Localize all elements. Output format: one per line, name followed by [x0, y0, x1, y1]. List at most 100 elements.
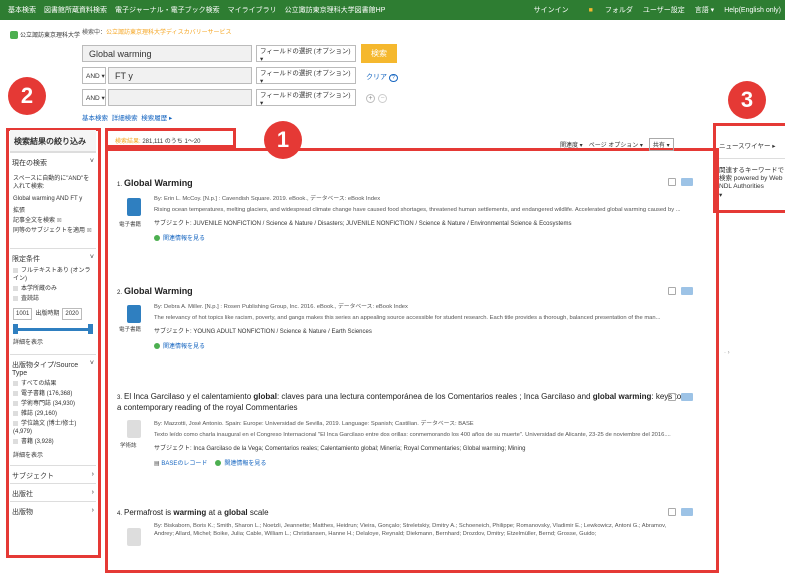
year-from-input[interactable]: 1001: [13, 308, 33, 320]
sign-in-link[interactable]: サインイン: [534, 5, 569, 15]
sort-select[interactable]: 関連度 ▾: [560, 140, 583, 149]
checkbox-icon[interactable]: [13, 400, 18, 406]
slider-handle-right[interactable]: [88, 324, 93, 334]
add-to-folder-icon[interactable]: [681, 287, 693, 295]
result-title-highlight[interactable]: global: [224, 508, 248, 517]
source-type-all[interactable]: すべての結果: [10, 379, 96, 389]
nav-library-hp[interactable]: 公立諏訪東京理科大学図書館HP: [285, 5, 386, 15]
result-title-part[interactable]: El Inca Garcilaso y el calentamiento: [124, 392, 253, 401]
search-input-3[interactable]: [108, 89, 252, 106]
add-row-icon[interactable]: +: [366, 94, 375, 103]
related-info-label: 関連情報を見る: [224, 461, 267, 467]
article-icon[interactable]: [127, 528, 141, 546]
folder-icon: ■: [588, 7, 593, 14]
show-more-source-types[interactable]: 詳細を表示: [10, 451, 96, 461]
nav-basic-search[interactable]: 基本検索: [8, 5, 36, 15]
help-link[interactable]: Help(English only): [724, 7, 781, 14]
current-query[interactable]: Global warming AND FT y: [10, 194, 96, 204]
field-select-2[interactable]: フィールドの選択 (オプション) ▾: [256, 67, 356, 85]
date-slider[interactable]: [13, 324, 93, 334]
search-scope-link[interactable]: 公立諏訪東京理科大学ディスカバリーサービス: [106, 30, 231, 36]
checkbox-icon[interactable]: [13, 438, 18, 444]
preview-icon[interactable]: [668, 393, 676, 401]
current-search-header[interactable]: 現在の検索 ˅: [10, 152, 96, 170]
search-button[interactable]: 検索: [361, 44, 397, 63]
facet-subject[interactable]: サブジェクト ›: [10, 465, 96, 483]
facet-publication[interactable]: 出版物 ›: [10, 501, 96, 519]
newswire-link[interactable]: ニュースワイヤー ▸: [719, 140, 785, 159]
source-type-dissertations[interactable]: 学位論文 (博士/修士) (4,979): [10, 419, 96, 437]
remove-icon[interactable]: ⊠: [57, 218, 62, 224]
boolean-select-3[interactable]: AND ▾: [82, 89, 106, 106]
checkbox-icon[interactable]: [13, 267, 18, 273]
result-title[interactable]: Global Warming: [124, 286, 193, 296]
slider-handle-left[interactable]: [13, 324, 18, 334]
related-icon: [154, 343, 160, 350]
result-title[interactable]: Global Warming: [124, 178, 193, 188]
search-input-1[interactable]: Global warming: [82, 45, 252, 62]
add-to-folder-icon[interactable]: [681, 508, 693, 516]
show-more-limiters[interactable]: 詳細を表示: [10, 338, 96, 348]
share-button[interactable]: 共有 ▾: [648, 138, 674, 151]
checkbox-icon[interactable]: [13, 420, 18, 426]
result-title-highlight[interactable]: global: [253, 392, 277, 401]
basic-search-link[interactable]: 基本検索: [82, 115, 108, 122]
result-title-part[interactable]: : claves para una lectura contemporánea …: [277, 392, 593, 401]
advanced-search-link[interactable]: 詳細検索: [112, 115, 138, 122]
ebook-icon[interactable]: [127, 305, 141, 323]
related-info-link[interactable]: 関連情報を見る: [215, 458, 266, 467]
result-title-part[interactable]: scale: [248, 508, 269, 517]
add-to-folder-icon[interactable]: [681, 178, 693, 186]
preferences-link[interactable]: ユーザー設定: [643, 5, 685, 15]
page-options[interactable]: ページ オプション ▾: [589, 140, 643, 149]
facet-publisher[interactable]: 出版社 ›: [10, 483, 96, 501]
folder-link[interactable]: ■ フォルダ: [579, 5, 633, 15]
language-select[interactable]: 言語 ▾: [695, 5, 714, 15]
search-input-2[interactable]: FT y: [108, 67, 252, 84]
source-type-books[interactable]: 書籍 (3,928): [10, 437, 96, 447]
boolean-select-2[interactable]: AND ▾: [82, 67, 106, 84]
chevron-down-icon[interactable]: ▾: [719, 191, 785, 199]
result-title-highlight[interactable]: warming: [173, 508, 206, 517]
expander-subjects[interactable]: 同等のサブジェクトを適用 ⊠: [10, 226, 96, 236]
result-item-4: 4. Permafrost is warming at a global scal…: [117, 508, 687, 538]
collapse-panel-icon[interactable]: · ›: [724, 350, 730, 356]
remove-row-icon[interactable]: −: [378, 94, 387, 103]
base-record-link[interactable]: ▤ BASEのレコード: [154, 458, 207, 467]
expander-fulltext[interactable]: 記事全文を検索 ⊠: [10, 216, 96, 226]
year-to-input[interactable]: 2020: [62, 308, 82, 320]
preview-icon[interactable]: [668, 287, 676, 295]
checkbox-icon[interactable]: [13, 295, 18, 301]
search-history-link[interactable]: 検索履歴 ▸: [141, 115, 172, 122]
limiter-fulltext[interactable]: フルテキストあり (オンライン): [10, 266, 96, 284]
journal-icon[interactable]: [127, 420, 141, 438]
preview-icon[interactable]: [668, 178, 676, 186]
result-title-part[interactable]: Permafrost is: [124, 508, 173, 517]
add-to-folder-icon[interactable]: [681, 393, 693, 401]
nav-my-library[interactable]: マイライブラリ: [228, 5, 277, 15]
source-type-journals[interactable]: 学術専門誌 (34,930): [10, 399, 96, 409]
source-type-magazines[interactable]: 雑誌 (29,160): [10, 409, 96, 419]
limiters-header[interactable]: 限定条件 ˅: [10, 248, 96, 266]
related-info-link[interactable]: 関連情報を見る: [154, 233, 687, 242]
result-title-part[interactable]: at a: [206, 508, 224, 517]
checkbox-icon[interactable]: [13, 390, 18, 396]
preview-icon[interactable]: [668, 508, 676, 516]
clear-link[interactable]: クリア ?: [366, 72, 398, 82]
nav-ejournal-search[interactable]: 電子ジャーナル・電子ブック検索: [115, 5, 220, 15]
field-select-1[interactable]: フィールドの選択 (オプション) ▾: [256, 45, 356, 63]
result-title-highlight[interactable]: global warming: [593, 392, 652, 401]
source-type-ebooks[interactable]: 電子書籍 (176,368): [10, 389, 96, 399]
source-type-header[interactable]: 出版物タイプ/Source Type ˅: [10, 354, 96, 379]
related-info-link[interactable]: 関連情報を見る: [154, 341, 687, 350]
checkbox-icon[interactable]: [13, 285, 18, 291]
ebook-icon[interactable]: [127, 198, 141, 216]
field-select-3[interactable]: フィールドの選択 (オプション) ▾: [256, 89, 356, 107]
nav-library-search[interactable]: 図書館所蔵資料検索: [44, 5, 107, 15]
checkbox-icon[interactable]: [13, 410, 18, 416]
library-logo[interactable]: 公立諏訪東京理科大学: [10, 30, 80, 39]
checkbox-icon[interactable]: [13, 380, 18, 386]
limiter-peer-reviewed[interactable]: 査読誌: [10, 294, 96, 304]
limiter-holdings[interactable]: 本学所蔵のみ: [10, 284, 96, 294]
remove-icon[interactable]: ⊠: [87, 228, 92, 234]
